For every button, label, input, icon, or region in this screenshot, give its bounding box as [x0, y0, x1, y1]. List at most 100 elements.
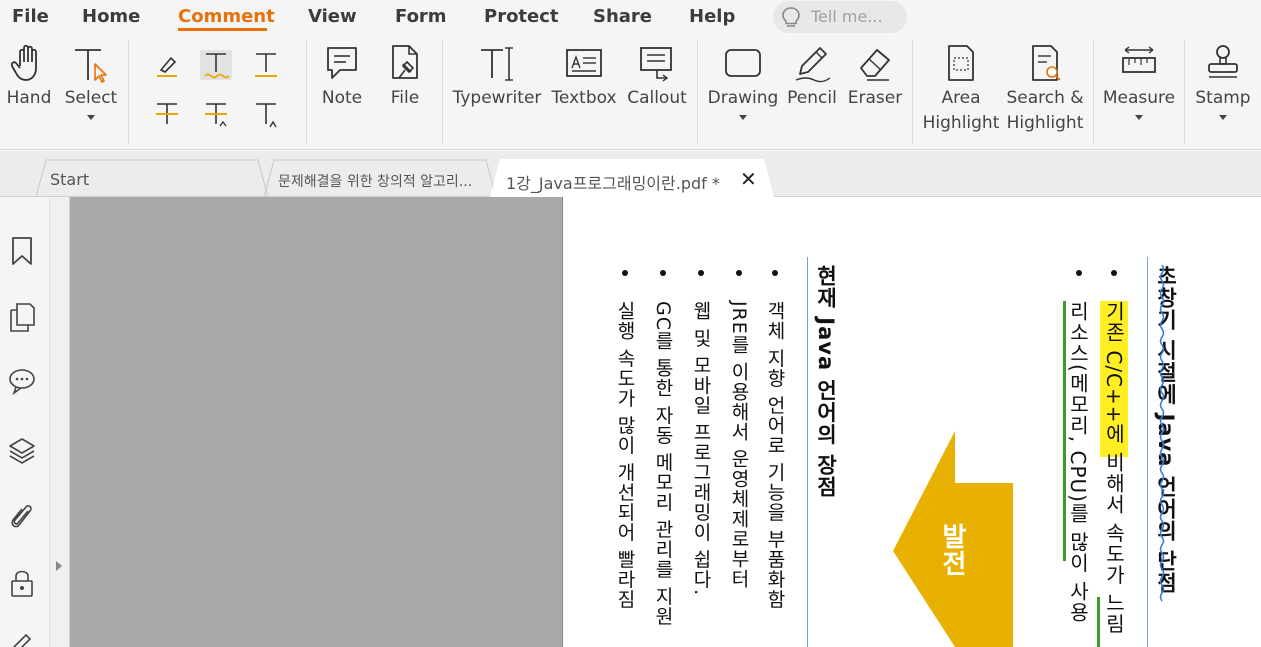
pages-thumbnail-icon[interactable] — [8, 301, 36, 332]
stamp-button[interactable]: Stamp — [1194, 42, 1252, 120]
drawback-item-2[interactable]: 리소스(메모리, CPU)를 많이 사용 — [1063, 301, 1093, 623]
search-highlight-label-line1: Search & — [1006, 88, 1084, 108]
column-divider — [1147, 257, 1148, 647]
attachment-icon[interactable] — [8, 501, 36, 531]
bullet — [772, 270, 778, 276]
rectangle-shape-icon — [725, 49, 761, 77]
area-highlight-button[interactable]: Area Highlight — [921, 42, 1001, 136]
tab-algorithm-doc-label: 문제해결을 위한 창의적 알고리... — [278, 174, 473, 190]
tab-start[interactable]: Start — [36, 159, 268, 197]
underline-text-button[interactable] — [250, 50, 282, 80]
ruler-icon — [1122, 46, 1156, 73]
select-button[interactable]: Select — [64, 42, 118, 120]
typewriter-label: Typewriter — [452, 88, 542, 108]
measure-dropdown-arrow[interactable] — [1135, 115, 1143, 120]
menu-view[interactable]: View — [308, 6, 357, 27]
document-tab-bar: Start 문제해결을 위한 창의적 알고리... 1강_Java프로그래밍이란… — [0, 151, 1261, 197]
sidebar-expand-strip[interactable] — [50, 197, 70, 647]
underline-icon — [255, 53, 277, 77]
replace-text-icon — [205, 103, 227, 127]
active-menu-indicator — [178, 28, 267, 31]
menu-comment[interactable]: Comment — [178, 6, 275, 27]
callout-icon — [640, 47, 672, 82]
strikeout-text-button[interactable] — [151, 100, 183, 130]
bullet — [1111, 270, 1117, 276]
menu-help[interactable]: Help — [689, 6, 735, 27]
textbox-icon — [566, 49, 602, 77]
advantage-item-1[interactable]: 객체 지향 언어로 기능을 부품화함 — [760, 301, 790, 609]
advantage-item-4[interactable]: GC를 통한 자동 메모리 관리를 지원 — [648, 301, 678, 626]
replace-text-button[interactable] — [200, 100, 232, 130]
drawing-label: Drawing — [707, 88, 779, 108]
squiggly-annotation-mark — [1159, 265, 1165, 602]
callout-button[interactable]: Callout — [624, 42, 690, 111]
menu-form[interactable]: Form — [395, 6, 447, 27]
bullet — [698, 270, 704, 276]
menu-share[interactable]: Share — [593, 6, 652, 27]
tab-java-pdf[interactable]: 1강_Java프로그래밍이란.pdf * ✕ — [490, 159, 774, 197]
menu-file[interactable]: File — [12, 6, 49, 27]
stamp-dropdown-arrow[interactable] — [1219, 115, 1227, 120]
file-label: File — [390, 88, 420, 108]
menu-protect[interactable]: Protect — [484, 6, 559, 27]
ribbon-separator — [128, 40, 129, 144]
eraser-button[interactable]: Eraser — [846, 42, 904, 111]
highlight-text-button[interactable] — [151, 50, 183, 80]
signature-icon[interactable] — [8, 633, 36, 647]
tab-java-pdf-label: 1강_Java프로그래밍이란.pdf * — [506, 174, 720, 193]
stamp-icon — [1208, 45, 1238, 78]
search-highlight-button[interactable]: Search & Highlight — [1004, 42, 1086, 136]
select-text-icon — [75, 49, 107, 83]
pencil-button[interactable]: Pencil — [786, 42, 838, 111]
layers-icon[interactable] — [8, 435, 36, 465]
eraser-icon — [860, 49, 890, 81]
section-title-advantages[interactable]: 현재 Java 언어의 장점 — [811, 265, 841, 498]
ribbon-separator — [1093, 40, 1094, 144]
typewriter-icon — [481, 47, 513, 81]
measure-label: Measure — [1102, 88, 1176, 108]
section-title-drawbacks[interactable]: 초창기 시절에 Java 언어의 단점 — [1151, 265, 1181, 594]
eraser-label: Eraser — [847, 88, 903, 108]
bookmark-icon[interactable] — [8, 235, 36, 265]
insert-text-button[interactable] — [250, 100, 282, 130]
file-attach-button[interactable]: File — [380, 42, 430, 111]
tab-start-label: Start — [50, 170, 90, 189]
comment-ribbon: Hand Select Note File Typewriter Textbox… — [0, 34, 1261, 150]
navigation-sidebar — [0, 197, 50, 647]
textbox-button[interactable]: Textbox — [548, 42, 620, 111]
pencil-label: Pencil — [787, 88, 837, 108]
expand-arrow-icon[interactable] — [56, 561, 62, 571]
menu-home[interactable]: Home — [82, 6, 140, 27]
pdf-page: 초창기 시절에 Java 언어의 단점 기존 C/C++에 비해서 속도가 느림… — [562, 197, 1261, 647]
comments-icon[interactable] — [8, 365, 36, 396]
advantage-item-3[interactable]: 웹 및 모바일 프로그래밍이 쉽다. — [686, 301, 716, 596]
drawback-item-1[interactable]: 기존 C/C++에 비해서 속도가 느림 — [1099, 301, 1129, 635]
hand-icon — [10, 44, 37, 81]
search-highlight-label-line2: Highlight — [1006, 113, 1084, 133]
hand-button[interactable]: Hand — [4, 42, 54, 111]
typewriter-button[interactable]: Typewriter — [452, 42, 542, 111]
callout-label: Callout — [627, 88, 687, 108]
drawing-dropdown-arrow[interactable] — [739, 115, 747, 120]
strikeout-icon — [156, 103, 178, 124]
ribbon-separator — [442, 40, 443, 144]
security-lock-icon[interactable] — [8, 567, 36, 597]
hand-label: Hand — [6, 88, 52, 108]
ribbon-separator — [697, 40, 698, 144]
insert-text-icon — [256, 103, 277, 128]
drawing-button[interactable]: Drawing — [706, 42, 780, 120]
note-button[interactable]: Note — [317, 42, 367, 111]
tab-close-icon[interactable]: ✕ — [740, 167, 757, 191]
area-highlight-label-line2: Highlight — [922, 113, 1000, 133]
squiggly-text-button[interactable] — [200, 50, 232, 80]
tab-algorithm-doc[interactable]: 문제해결을 위한 창의적 알고리... — [264, 159, 496, 197]
lightbulb-icon — [781, 6, 801, 32]
measure-button[interactable]: Measure — [1102, 42, 1176, 120]
ribbon-separator — [306, 40, 307, 144]
select-dropdown-arrow[interactable] — [87, 115, 95, 120]
advantage-item-5[interactable]: 실행 속도가 많이 개선되어 빨라짐 — [610, 301, 640, 609]
advantage-item-2[interactable]: JRE를 이용해서 운영체제로부터 — [724, 301, 754, 589]
document-canvas-background — [70, 197, 562, 647]
column-divider — [807, 257, 808, 647]
tell-me-search[interactable]: Tell me... — [773, 1, 907, 33]
